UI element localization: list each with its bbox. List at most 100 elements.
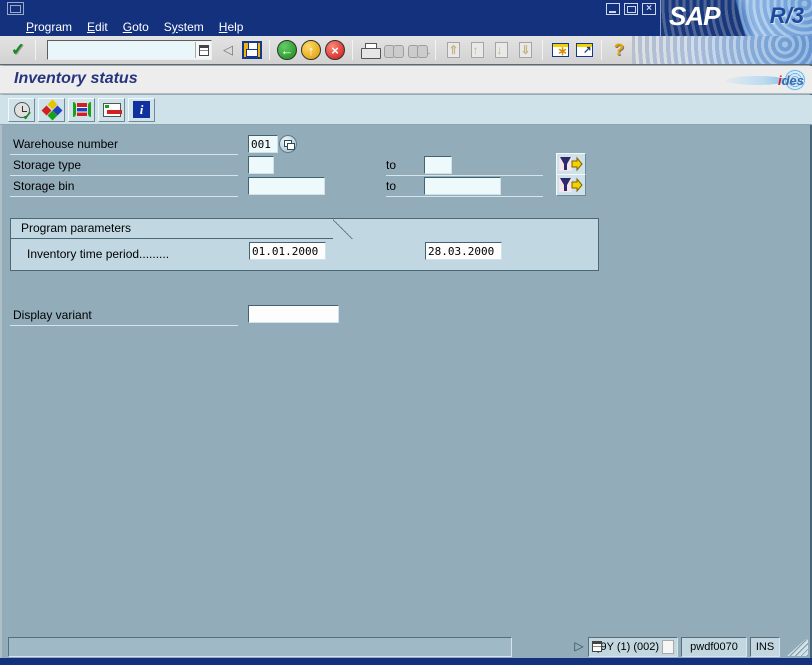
status-bar: ▷ Q9Y (1) (002) pwdf0070 INS	[2, 635, 810, 658]
status-message-field[interactable]	[8, 637, 512, 657]
find-next-button: +	[406, 38, 430, 62]
menu-goto[interactable]: Goto	[123, 20, 149, 34]
previous-page-icon: ↑	[471, 42, 484, 58]
storage-type-to-label: to	[386, 157, 543, 176]
last-page-button: ⇓	[513, 38, 537, 62]
group-title: Program parameters	[11, 219, 333, 239]
command-field-wrap	[47, 40, 212, 60]
selection-screen: Warehouse number Storage type to Storage…	[2, 126, 810, 658]
toolbar-separator	[269, 40, 270, 60]
first-page-icon: ⇑	[447, 42, 460, 58]
status-host-field: pwdf0070	[681, 637, 747, 657]
inventory-time-period-label: Inventory time period.........	[27, 247, 169, 261]
execute-button[interactable]: ✓	[8, 98, 35, 122]
r3-logo-text: R/3	[770, 3, 804, 29]
display-variant-label: Display variant	[10, 307, 238, 326]
storage-bin-multiselect-button[interactable]	[556, 174, 586, 196]
storage-type-multiselect-button[interactable]	[556, 153, 586, 175]
binoculars-icon	[384, 43, 404, 57]
execute-clock-icon: ✓	[14, 102, 30, 118]
printer-icon	[361, 43, 380, 58]
program-parameters-group: Program parameters Inventory time period…	[10, 218, 599, 271]
storage-type-to-input[interactable]	[424, 156, 452, 174]
maximize-button[interactable]	[624, 3, 638, 15]
menubar: Program Edit Goto System Help	[0, 18, 660, 36]
create-session-icon: ∗	[552, 43, 569, 57]
command-input[interactable]	[49, 42, 193, 58]
item-back-button[interactable]: ◁	[216, 38, 240, 62]
last-page-icon: ⇓	[519, 42, 532, 58]
next-page-icon: ↓	[495, 42, 508, 58]
alv-list-icon	[73, 102, 91, 117]
storage-bin-label: Storage bin	[10, 178, 238, 197]
sap-logo-text: SAP	[669, 1, 719, 32]
standard-toolbar: ✓ ◁ ← ↑ × + ⇑ ↑ ↓ ⇓ ∗ ↗ ?	[0, 36, 812, 65]
toolbar-separator	[542, 40, 543, 60]
help-question-icon: ?	[614, 40, 624, 60]
warehouse-number-label: Warehouse number	[10, 136, 238, 155]
command-history-icon[interactable]	[195, 42, 210, 58]
toolbar-separator	[35, 40, 36, 60]
status-expand-button[interactable]: ▷	[572, 638, 586, 655]
exit-button[interactable]: ↑	[299, 38, 323, 62]
menu-program[interactable]: Program	[26, 20, 72, 34]
title-row: Inventory status ides	[0, 66, 812, 94]
status-insert-mode-field: INS	[750, 637, 780, 657]
resize-grip[interactable]	[787, 637, 808, 656]
application-toolbar: ✓ i	[0, 95, 812, 125]
system-id-text: Q9Y (1) (002)	[592, 641, 659, 653]
inventory-period-from-input[interactable]	[249, 242, 326, 260]
matchcode-icon[interactable]	[279, 135, 297, 153]
storage-type-label: Storage type	[10, 157, 238, 176]
status-system-field[interactable]: Q9Y (1) (002)	[588, 637, 678, 657]
server-list-icon[interactable]	[662, 640, 674, 654]
storage-bin-to-input[interactable]	[424, 177, 501, 195]
warehouse-number-input[interactable]	[248, 135, 278, 153]
find-button	[382, 38, 406, 62]
previous-page-button: ↑	[465, 38, 489, 62]
enter-button[interactable]: ✓	[6, 38, 30, 62]
screen-variant-button[interactable]	[98, 98, 125, 122]
window-bottom-border	[0, 658, 812, 665]
info-button[interactable]: i	[128, 98, 155, 122]
exit-arrow-icon: ↑	[301, 40, 321, 60]
display-variant-input[interactable]	[248, 305, 339, 323]
variant-diamonds-icon	[43, 101, 61, 119]
save-floppy-icon	[242, 41, 262, 59]
help-button[interactable]: ?	[607, 38, 631, 62]
toolbar-separator	[435, 40, 436, 60]
toolbar-separator	[352, 40, 353, 60]
window-controls: ×	[606, 3, 656, 15]
binoculars-plus-icon: +	[408, 43, 428, 57]
storage-type-from-input[interactable]	[248, 156, 274, 174]
minimize-button[interactable]	[606, 3, 620, 15]
create-shortcut-icon: ↗	[576, 43, 593, 57]
back-button[interactable]: ←	[275, 38, 299, 62]
funnel-arrow-icon	[559, 177, 583, 193]
page-title: Inventory status	[14, 70, 138, 88]
window-system-icon[interactable]	[7, 2, 24, 15]
inventory-period-to-input[interactable]	[425, 242, 502, 260]
save-button[interactable]	[240, 38, 264, 62]
menu-edit[interactable]: Edit	[87, 20, 108, 34]
menu-help[interactable]: Help	[219, 20, 244, 34]
first-page-button: ⇑	[441, 38, 465, 62]
sap-logo: SAP R/3	[660, 0, 812, 36]
create-session-button[interactable]: ∗	[548, 38, 572, 62]
close-button[interactable]: ×	[642, 3, 656, 15]
toolbar-ripple-decor	[632, 36, 812, 64]
funnel-arrow-icon	[559, 156, 583, 172]
sap-window: × Program Edit Goto System Help SAP R/3 …	[0, 0, 812, 665]
alv-list-button[interactable]	[68, 98, 95, 122]
info-icon: i	[133, 101, 150, 118]
ides-logo: ides	[726, 69, 806, 91]
create-shortcut-button[interactable]: ↗	[572, 38, 596, 62]
menu-system[interactable]: System	[164, 20, 204, 34]
cancel-button[interactable]: ×	[323, 38, 347, 62]
print-button[interactable]	[358, 38, 382, 62]
storage-bin-from-input[interactable]	[248, 177, 325, 195]
get-variant-button[interactable]	[38, 98, 65, 122]
left-triangle-icon: ◁	[223, 42, 233, 58]
ides-logo-text: ides	[778, 73, 804, 88]
back-arrow-icon: ←	[277, 40, 297, 60]
